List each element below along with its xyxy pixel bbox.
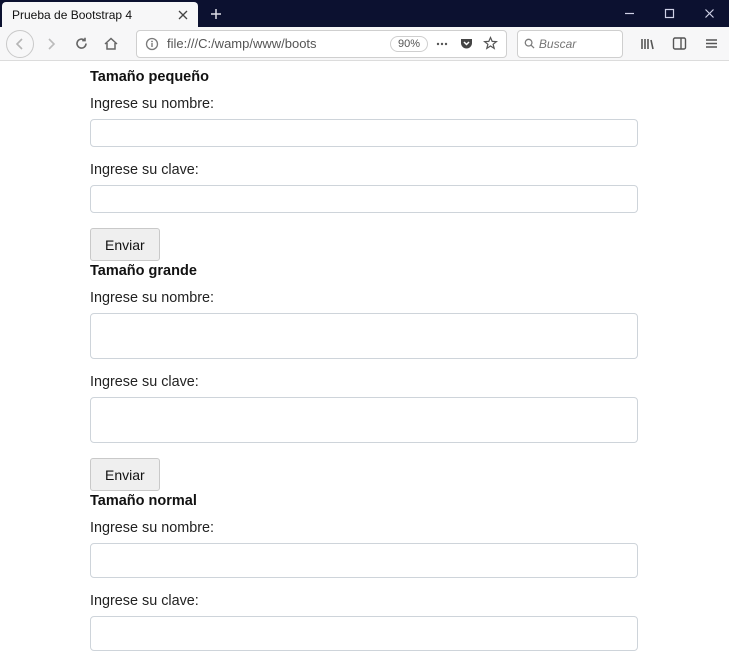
reload-button[interactable] <box>68 31 94 57</box>
browser-search-input[interactable] <box>539 37 616 51</box>
tab-strip: Prueba de Bootstrap 4 <box>0 0 729 27</box>
minimize-button[interactable] <box>609 0 649 27</box>
form-small: Ingrese su nombre: Ingrese su clave: Env… <box>90 96 638 261</box>
zoom-level-badge[interactable]: 90% <box>390 36 428 52</box>
input-normal-password[interactable] <box>90 616 638 651</box>
input-small-name[interactable] <box>90 119 638 147</box>
page-content: Tamaño pequeño Ingrese su nombre: Ingres… <box>90 61 638 661</box>
library-icon[interactable] <box>635 32 659 56</box>
input-large-password[interactable] <box>90 397 638 443</box>
input-large-name[interactable] <box>90 313 638 359</box>
bookmark-star-icon[interactable] <box>478 32 502 56</box>
form-large: Ingrese su nombre: Ingrese su clave: Env… <box>90 290 638 491</box>
window-controls <box>609 0 729 27</box>
submit-small-button[interactable]: Enviar <box>90 228 160 261</box>
heading-large: Tamaño grande <box>90 263 638 279</box>
menu-icon[interactable] <box>699 32 723 56</box>
new-tab-button[interactable] <box>204 2 228 26</box>
home-button[interactable] <box>98 31 124 57</box>
input-normal-name[interactable] <box>90 543 638 578</box>
input-small-password[interactable] <box>90 185 638 213</box>
browser-tab[interactable]: Prueba de Bootstrap 4 <box>2 2 198 27</box>
url-input[interactable] <box>167 36 388 51</box>
heading-small: Tamaño pequeño <box>90 69 638 85</box>
tab-title: Prueba de Bootstrap 4 <box>12 8 132 22</box>
maximize-button[interactable] <box>649 0 689 27</box>
close-window-button[interactable] <box>689 0 729 27</box>
search-icon <box>524 37 535 50</box>
sidebar-icon[interactable] <box>667 32 691 56</box>
nav-forward-button[interactable] <box>38 31 64 57</box>
label-large-name: Ingrese su nombre: <box>90 290 638 306</box>
address-bar[interactable]: 90% <box>136 30 507 58</box>
page-viewport[interactable]: Tamaño pequeño Ingrese su nombre: Ingres… <box>0 61 729 661</box>
site-info-icon[interactable] <box>145 37 159 51</box>
close-tab-icon[interactable] <box>176 8 190 22</box>
label-small-password: Ingrese su clave: <box>90 162 638 178</box>
heading-normal: Tamaño normal <box>90 493 638 509</box>
browser-chrome: Prueba de Bootstrap 4 90% <box>0 0 729 61</box>
toolbar-right-cluster <box>635 32 723 56</box>
page-actions-icon[interactable] <box>430 32 454 56</box>
submit-large-button[interactable]: Enviar <box>90 458 160 491</box>
pocket-icon[interactable] <box>454 32 478 56</box>
nav-back-button[interactable] <box>6 30 34 58</box>
label-normal-name: Ingrese su nombre: <box>90 520 638 536</box>
label-small-name: Ingrese su nombre: <box>90 96 638 112</box>
form-normal: Ingrese su nombre: Ingrese su clave: Env… <box>90 520 638 661</box>
label-normal-password: Ingrese su clave: <box>90 593 638 609</box>
browser-search-box[interactable] <box>517 30 623 58</box>
browser-toolbar: 90% <box>0 27 729 61</box>
label-large-password: Ingrese su clave: <box>90 374 638 390</box>
